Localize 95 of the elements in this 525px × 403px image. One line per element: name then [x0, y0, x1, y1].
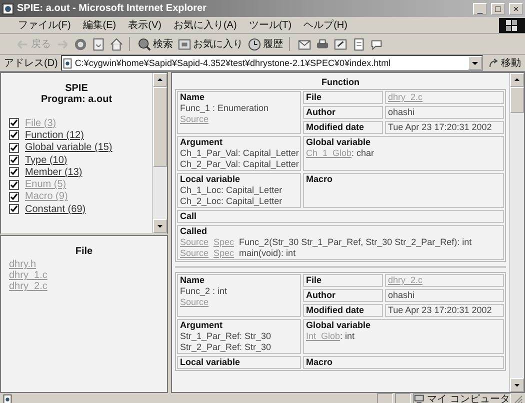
checkbox[interactable]: [9, 130, 19, 140]
field-label: Called: [180, 226, 208, 237]
clock-icon: [248, 38, 261, 50]
category-link[interactable]: Global variable (15): [25, 142, 112, 154]
field-label: Local variable: [180, 174, 242, 185]
home-icon: [110, 38, 123, 50]
speech-bubble-icon: [370, 38, 383, 50]
scrollbar-thumb[interactable]: [153, 87, 167, 167]
checkbox[interactable]: [9, 142, 19, 153]
function-name: Func_2 : int: [180, 286, 228, 297]
toolbar-button[interactable]: 検索: [137, 37, 174, 51]
menu-item[interactable]: 表示(V): [122, 18, 168, 32]
field-label: Global variable: [306, 320, 372, 331]
field-label: Modified date: [303, 121, 383, 134]
variable-text: Ch_1_Loc: Capital_Letter: [180, 185, 284, 196]
window-control-button[interactable]: □: [491, 2, 505, 14]
toolbar-button[interactable]: お気に入り: [177, 37, 244, 51]
argument-text: Str_2_Par_Ref: Str_30: [180, 342, 272, 353]
function-signature: Func_2(Str_30 Str_1_Par_Ref, Str_30 Str_2_Par_Ref): int: [239, 237, 472, 247]
toolbar-button[interactable]: [91, 38, 106, 50]
edit-icon: [334, 38, 347, 50]
argument-text: Ch_2_Par_Val: Capital_Letter: [180, 159, 298, 170]
argument-text: Str_1_Par_Ref: Str_30: [180, 331, 272, 342]
arrow-icon: [488, 58, 499, 68]
menu-item[interactable]: 編集(E): [76, 18, 122, 32]
field-label: Argument: [180, 137, 224, 148]
section-heading: Function: [320, 76, 360, 89]
favorites-icon: [178, 38, 191, 50]
checkbox[interactable]: [9, 192, 19, 202]
field-label: Name: [180, 275, 206, 286]
menu-item[interactable]: お気に入り(A): [167, 18, 243, 32]
field-label: Author: [303, 106, 383, 119]
printer-icon: [316, 38, 329, 50]
address-field[interactable]: C:¥cygwin¥home¥Sapid¥Sapid-4.352¥test¥dhrystone-2.1¥SPEC¥0¥index.html: [60, 55, 483, 71]
address-label: アドレス(D): [4, 57, 58, 70]
category-link[interactable]: Type (10): [25, 154, 68, 166]
field-label: Macro: [306, 357, 334, 368]
menu-item[interactable]: ヘルプ(H): [298, 18, 354, 32]
scrollbar-thumb[interactable]: [510, 87, 524, 113]
window-control-button[interactable]: ×: [509, 2, 523, 14]
field-label: Author: [303, 289, 383, 302]
menu-item[interactable]: ファイル(F): [12, 18, 77, 32]
field-label: Modified date: [303, 304, 383, 317]
checkbox[interactable]: [9, 118, 19, 128]
frame-title: File: [74, 246, 94, 257]
window-control-button[interactable]: _: [473, 2, 487, 14]
forward-arrow-icon: [56, 38, 69, 50]
refresh-icon: [92, 38, 105, 50]
program-title: Program: a.out: [40, 94, 114, 105]
field-label: File: [303, 274, 383, 287]
go-button[interactable]: 移動: [486, 56, 523, 70]
toolbar-button[interactable]: [109, 38, 124, 50]
mail-icon: [298, 38, 311, 50]
toolbar-button[interactable]: [315, 38, 330, 50]
toolbar-button[interactable]: [297, 38, 312, 50]
variable-type: : char: [352, 148, 374, 158]
field-label: File: [303, 91, 383, 104]
variable-type: : int: [340, 331, 355, 341]
page-icon: [2, 394, 13, 403]
field-value: Tue Apr 23 17:20:31 2002: [385, 121, 504, 134]
checkbox[interactable]: [9, 204, 19, 214]
category-link[interactable]: Member (13): [25, 166, 82, 178]
checkbox[interactable]: [9, 180, 19, 190]
field-label: Name: [180, 92, 206, 103]
toolbar-button[interactable]: [369, 38, 384, 50]
field-label: Argument: [180, 320, 224, 331]
field-label: Global variable: [306, 137, 372, 148]
document-icon: [352, 38, 365, 50]
frame-title: SPIE: [64, 83, 89, 94]
category-link[interactable]: Function (12): [25, 130, 84, 141]
page-icon: [2, 2, 14, 14]
back-arrow-icon: [16, 38, 29, 50]
toolbar-button[interactable]: [333, 38, 348, 50]
scrollbar[interactable]: [152, 73, 167, 233]
resize-grip-icon[interactable]: [513, 394, 523, 403]
variable-text: Ch_2_Loc: Capital_Letter: [180, 196, 284, 207]
field-label: Local variable: [180, 357, 242, 368]
field-label: Call: [180, 211, 198, 222]
scrollbar[interactable]: [509, 73, 524, 392]
window-title: SPIE: a.out - Microsoft Internet Explorer: [17, 3, 208, 14]
argument-text: Ch_1_Par_Val: Capital_Letter: [180, 148, 298, 159]
category-link[interactable]: Constant (69): [25, 204, 86, 215]
field-value: ohashi: [385, 289, 504, 302]
field-value: Tue Apr 23 17:20:31 2002: [385, 304, 504, 317]
field-label: Macro: [306, 174, 334, 185]
stop-icon: [74, 38, 87, 50]
function-name: Func_1 : Enumeration: [180, 103, 270, 114]
field-value: ohashi: [385, 106, 504, 119]
function-signature: main(void): int: [239, 248, 296, 258]
search-icon: [138, 38, 151, 50]
checkbox[interactable]: [9, 155, 19, 166]
toolbar-button[interactable]: 履歴: [247, 37, 284, 51]
menu-item[interactable]: ツール(T): [242, 18, 298, 32]
checkbox[interactable]: [9, 167, 19, 178]
page-icon: [62, 58, 73, 68]
